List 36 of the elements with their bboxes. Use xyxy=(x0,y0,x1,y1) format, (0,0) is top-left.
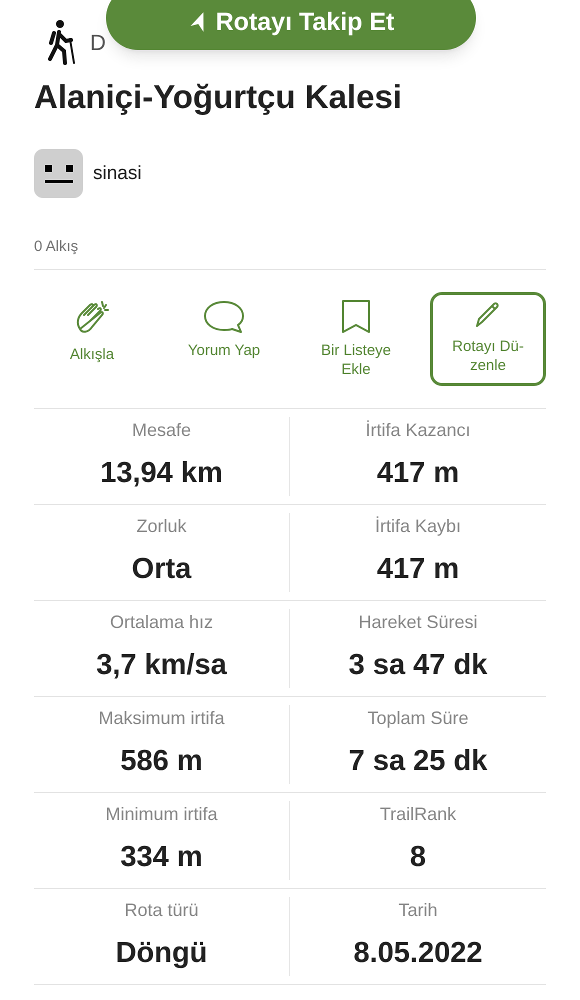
stat-label: Maksimum irtifa xyxy=(98,707,224,730)
stat-label: Zorluk xyxy=(136,515,186,538)
stat-label: Tarih xyxy=(398,899,438,922)
stat-label: Toplam Süre xyxy=(367,707,469,730)
stat-label: Rota türü xyxy=(124,899,199,922)
stat-value: 13,94 km xyxy=(100,456,223,491)
stat-value: 8 xyxy=(410,840,426,875)
stat-label: Mesafe xyxy=(132,419,192,442)
stat-value: 417 m xyxy=(376,456,460,491)
stat-label: İrtifa Kazancı xyxy=(365,419,471,442)
stat-value: 586 m xyxy=(120,744,203,779)
author-name[interactable]: sinasi xyxy=(93,160,142,188)
stat-value: 7 sa 25 dk xyxy=(348,744,488,779)
stat-value: 3 sa 47 dk xyxy=(348,648,488,683)
activity-type-label: D xyxy=(90,28,106,56)
bookmark-action[interactable]: Bir Listeye Ekle xyxy=(298,292,414,386)
clap-action[interactable]: Alkışla xyxy=(34,292,150,386)
stat-label: İrtifa Kaybı xyxy=(374,515,462,538)
comment-action[interactable]: Yorum Yap xyxy=(166,292,282,386)
stat-label: TrailRank xyxy=(380,803,456,826)
stat-value: 3,7 km/sa xyxy=(96,648,227,683)
stat-label: Ortalama hız xyxy=(110,611,214,634)
avatar[interactable] xyxy=(34,149,83,198)
stat-label: Minimum irtifa xyxy=(105,803,218,826)
stat-value: 334 m xyxy=(120,840,203,875)
edit-action[interactable]: Rotayı Dü-zenle xyxy=(430,292,546,386)
follow-route-button[interactable]: Rotayı Takip Et xyxy=(106,0,476,50)
stat-label: Hareket Süresi xyxy=(358,611,478,634)
speech-bubble-icon xyxy=(202,298,246,335)
bookmark-icon xyxy=(340,298,372,335)
clap-count: 0 Alkış xyxy=(34,237,80,258)
stat-value: 8.05.2022 xyxy=(353,936,482,971)
route-title: Alaniçi-Yoğurtçu Kalesi xyxy=(34,77,403,117)
stat-value: Döngü xyxy=(116,936,208,971)
stat-value: 417 m xyxy=(376,552,460,587)
stat-value: Orta xyxy=(132,552,192,587)
